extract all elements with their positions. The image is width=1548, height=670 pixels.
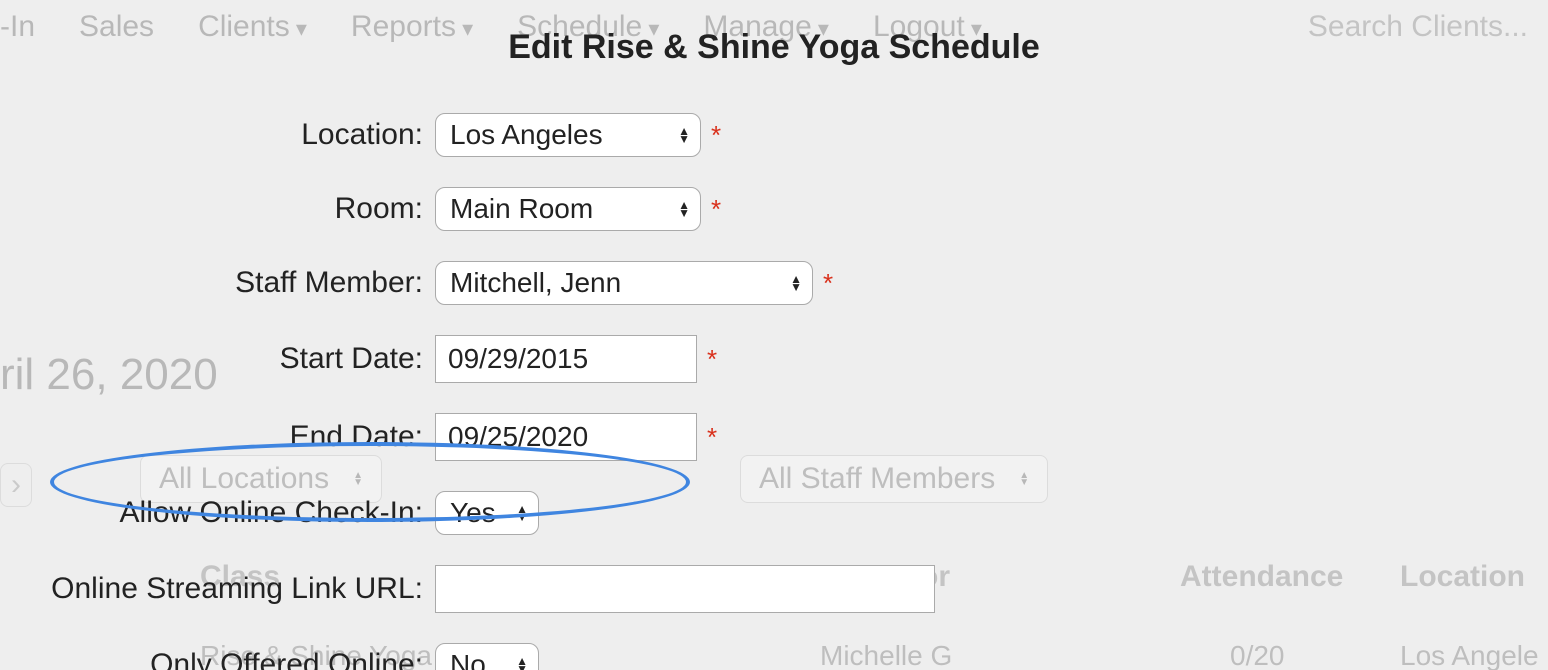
required-marker: * bbox=[707, 422, 717, 453]
label-location: Location: bbox=[0, 118, 435, 152]
allow-checkin-select[interactable]: Yes bbox=[435, 491, 539, 535]
label-room: Room: bbox=[0, 192, 435, 226]
row-staff: Staff Member: Mitchell, Jenn * bbox=[0, 261, 1548, 305]
modal-title: Edit Rise & Shine Yoga Schedule bbox=[0, 28, 1548, 67]
row-stream-url: Online Streaming Link URL: bbox=[0, 565, 1548, 613]
updown-arrows-icon bbox=[516, 657, 528, 670]
only-online-select[interactable]: No bbox=[435, 643, 539, 670]
allow-checkin-value: Yes bbox=[450, 497, 496, 529]
label-only-online: Only Offered Online: bbox=[0, 648, 435, 670]
row-location: Location: Los Angeles * bbox=[0, 113, 1548, 157]
required-marker: * bbox=[707, 344, 717, 375]
label-start-date: Start Date: bbox=[0, 342, 435, 376]
required-marker: * bbox=[711, 194, 721, 225]
updown-arrows-icon bbox=[678, 201, 690, 217]
row-only-online: Only Offered Online: No bbox=[0, 643, 1548, 670]
required-marker: * bbox=[711, 120, 721, 151]
required-marker: * bbox=[823, 268, 833, 299]
label-allow-checkin: Allow Online Check-In: bbox=[0, 496, 435, 530]
updown-arrows-icon bbox=[516, 505, 528, 521]
edit-schedule-modal: Edit Rise & Shine Yoga Schedule Location… bbox=[0, 0, 1548, 670]
updown-arrows-icon bbox=[790, 275, 802, 291]
label-staff: Staff Member: bbox=[0, 266, 435, 300]
location-select-value: Los Angeles bbox=[450, 119, 603, 151]
staff-select-value: Mitchell, Jenn bbox=[450, 267, 621, 299]
schedule-form: Location: Los Angeles * Room: Main Room … bbox=[0, 113, 1548, 670]
only-online-value: No bbox=[450, 649, 486, 670]
label-end-date: End Date: bbox=[0, 420, 435, 454]
row-end-date: End Date: * bbox=[0, 413, 1548, 461]
row-start-date: Start Date: * bbox=[0, 335, 1548, 383]
staff-select[interactable]: Mitchell, Jenn bbox=[435, 261, 813, 305]
row-allow-checkin: Allow Online Check-In: Yes bbox=[0, 491, 1548, 535]
room-select-value: Main Room bbox=[450, 193, 593, 225]
location-select[interactable]: Los Angeles bbox=[435, 113, 701, 157]
row-room: Room: Main Room * bbox=[0, 187, 1548, 231]
updown-arrows-icon bbox=[678, 127, 690, 143]
end-date-input[interactable] bbox=[435, 413, 697, 461]
room-select[interactable]: Main Room bbox=[435, 187, 701, 231]
label-stream-url: Online Streaming Link URL: bbox=[0, 572, 435, 606]
stream-url-input[interactable] bbox=[435, 565, 935, 613]
start-date-input[interactable] bbox=[435, 335, 697, 383]
